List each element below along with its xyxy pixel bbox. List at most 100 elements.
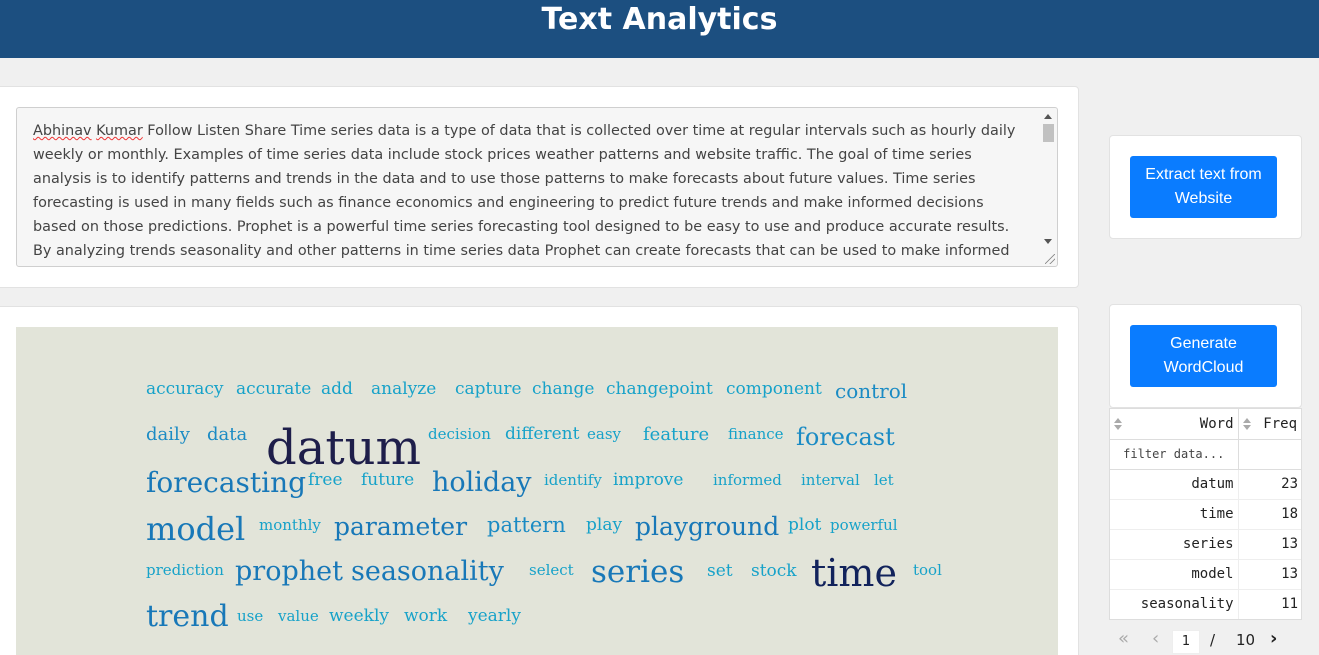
- wordcloud-word: work: [404, 606, 448, 626]
- article-text: Abhinav Kumar Follow Listen Share Time s…: [17, 108, 1057, 266]
- column-header-word[interactable]: Word: [1110, 409, 1239, 440]
- scroll-thumb[interactable]: [1043, 124, 1054, 142]
- wordcloud-word: series: [591, 554, 685, 590]
- wordcloud-word: informed: [713, 471, 782, 489]
- column-header-freq[interactable]: Freq: [1238, 409, 1301, 440]
- wordcloud-word: prophet: [235, 556, 343, 587]
- wordcloud-word: trend: [146, 599, 229, 634]
- table-row: datum 23: [1110, 469, 1301, 500]
- wordcloud-word: free: [308, 470, 343, 490]
- cell-freq: 18: [1238, 499, 1301, 530]
- wordcloud-word: plot: [788, 515, 822, 535]
- text-input-card: Abhinav Kumar Follow Listen Share Time s…: [0, 86, 1079, 288]
- wordcloud-canvas: accuracy accurate add analyze capture change c…: [16, 327, 1058, 655]
- sort-icon[interactable]: [1114, 418, 1122, 430]
- table-row: series 13: [1110, 529, 1301, 560]
- app-header: Text Analytics: [0, 0, 1319, 58]
- first-page-icon[interactable]: «: [1118, 628, 1129, 649]
- total-pages: 10: [1236, 631, 1256, 649]
- wordcloud-word: yearly: [468, 606, 521, 626]
- wordcloud-word: different: [505, 424, 580, 444]
- wordcloud-word: easy: [587, 425, 621, 443]
- wordcloud-word: capture: [455, 379, 522, 399]
- wordcloud-word: add: [321, 379, 353, 399]
- wordcloud-word: prediction: [146, 561, 224, 579]
- wordcloud-word: pattern: [487, 513, 566, 537]
- cell-word: seasonality: [1110, 589, 1239, 619]
- sort-icon[interactable]: [1242, 418, 1251, 430]
- page-number-input[interactable]: 1: [1172, 630, 1200, 654]
- table-row: time 18: [1110, 499, 1301, 530]
- wordcloud-word: improve: [613, 470, 684, 490]
- wordcloud-word: interval: [801, 471, 860, 489]
- cell-freq: 23: [1238, 469, 1301, 500]
- wordcloud-word: let: [874, 471, 894, 489]
- resize-handle-icon[interactable]: [1045, 254, 1055, 264]
- article-body: Follow Listen Share Time series data is …: [33, 123, 1016, 259]
- wordcloud-word: forecasting: [146, 466, 307, 499]
- wordcloud-word: accurate: [236, 379, 312, 399]
- cell-freq: 13: [1238, 559, 1301, 590]
- wordcloud-card: accuracy accurate add analyze capture change c…: [0, 306, 1079, 655]
- wordcloud-word: weekly: [329, 606, 390, 626]
- cell-word: series: [1110, 529, 1239, 560]
- article-textarea[interactable]: Abhinav Kumar Follow Listen Share Time s…: [16, 107, 1058, 267]
- wordcloud-word: select: [529, 561, 574, 579]
- page-title: Text Analytics: [541, 2, 778, 37]
- wordcloud-word: parameter: [334, 512, 468, 541]
- next-page-icon[interactable]: ›: [1270, 628, 1277, 649]
- wordcloud-word: stock: [751, 561, 797, 581]
- table-row: model 13: [1110, 559, 1301, 590]
- page-separator: /: [1210, 631, 1216, 649]
- wordcloud-word: changepoint: [606, 379, 713, 399]
- filter-input[interactable]: filter data...: [1110, 439, 1239, 470]
- wordcloud-word: powerful: [830, 516, 898, 534]
- column-label-freq: Freq: [1263, 415, 1297, 432]
- wordcloud-word: change: [532, 379, 595, 399]
- column-label-word: Word: [1199, 415, 1234, 432]
- wordcloud-word: datum: [266, 420, 422, 476]
- author-last-name: Kumar: [96, 123, 143, 139]
- wordcloud-word: tool: [913, 561, 942, 579]
- cell-word: datum: [1110, 469, 1239, 500]
- wordcloud-word: daily: [146, 424, 190, 445]
- wordcloud-word: future: [361, 470, 415, 490]
- wordcloud-word: model: [146, 510, 246, 548]
- wordcloud-word: data: [207, 424, 248, 445]
- wordcloud-word: use: [237, 607, 264, 625]
- wordcloud-word: control: [835, 379, 908, 403]
- author-first-name: Abhinav: [33, 123, 92, 139]
- wordcloud-word: feature: [643, 424, 710, 445]
- wordcloud-word: playground: [635, 512, 780, 541]
- prev-page-icon[interactable]: ‹: [1152, 628, 1159, 649]
- wordcloud-word: forecast: [796, 423, 895, 451]
- wordcloud-word: decision: [428, 425, 491, 443]
- wordcloud-word: accuracy: [146, 379, 224, 399]
- wordcloud-word: component: [726, 379, 822, 399]
- table-pagination: « ‹ 1 / 10 ›: [1112, 628, 1302, 654]
- wordcloud-word: seasonality: [351, 556, 504, 587]
- wordcloud-word: monthly: [259, 516, 321, 534]
- scroll-up-icon[interactable]: [1044, 114, 1052, 119]
- wordcloud-button-card: Generate WordCloud: [1109, 304, 1302, 408]
- wordcloud-word: analyze: [371, 379, 437, 399]
- cell-freq: 13: [1238, 529, 1301, 560]
- scroll-down-icon[interactable]: [1044, 239, 1052, 244]
- frequency-table: Word Freq filter data... datum 23 time 18 …: [1109, 408, 1302, 620]
- wordcloud-word: set: [707, 561, 733, 581]
- filter-input-freq[interactable]: [1238, 439, 1301, 470]
- wordcloud-word: time: [811, 551, 897, 595]
- wordcloud-word: value: [278, 607, 319, 625]
- wordcloud-word: play: [586, 515, 623, 535]
- wordcloud-word: holiday: [432, 467, 532, 498]
- wordcloud-word: finance: [728, 425, 784, 443]
- textarea-scrollbar[interactable]: [1040, 108, 1057, 266]
- cell-freq: 11: [1238, 589, 1301, 619]
- generate-wordcloud-button[interactable]: Generate WordCloud: [1130, 325, 1277, 387]
- table-row: seasonality 11: [1110, 589, 1301, 619]
- extract-card: Extract text from Website: [1109, 135, 1302, 239]
- extract-text-button[interactable]: Extract text from Website: [1130, 156, 1277, 218]
- wordcloud-word: identify: [544, 471, 602, 489]
- cell-word: model: [1110, 559, 1239, 590]
- cell-word: time: [1110, 499, 1239, 530]
